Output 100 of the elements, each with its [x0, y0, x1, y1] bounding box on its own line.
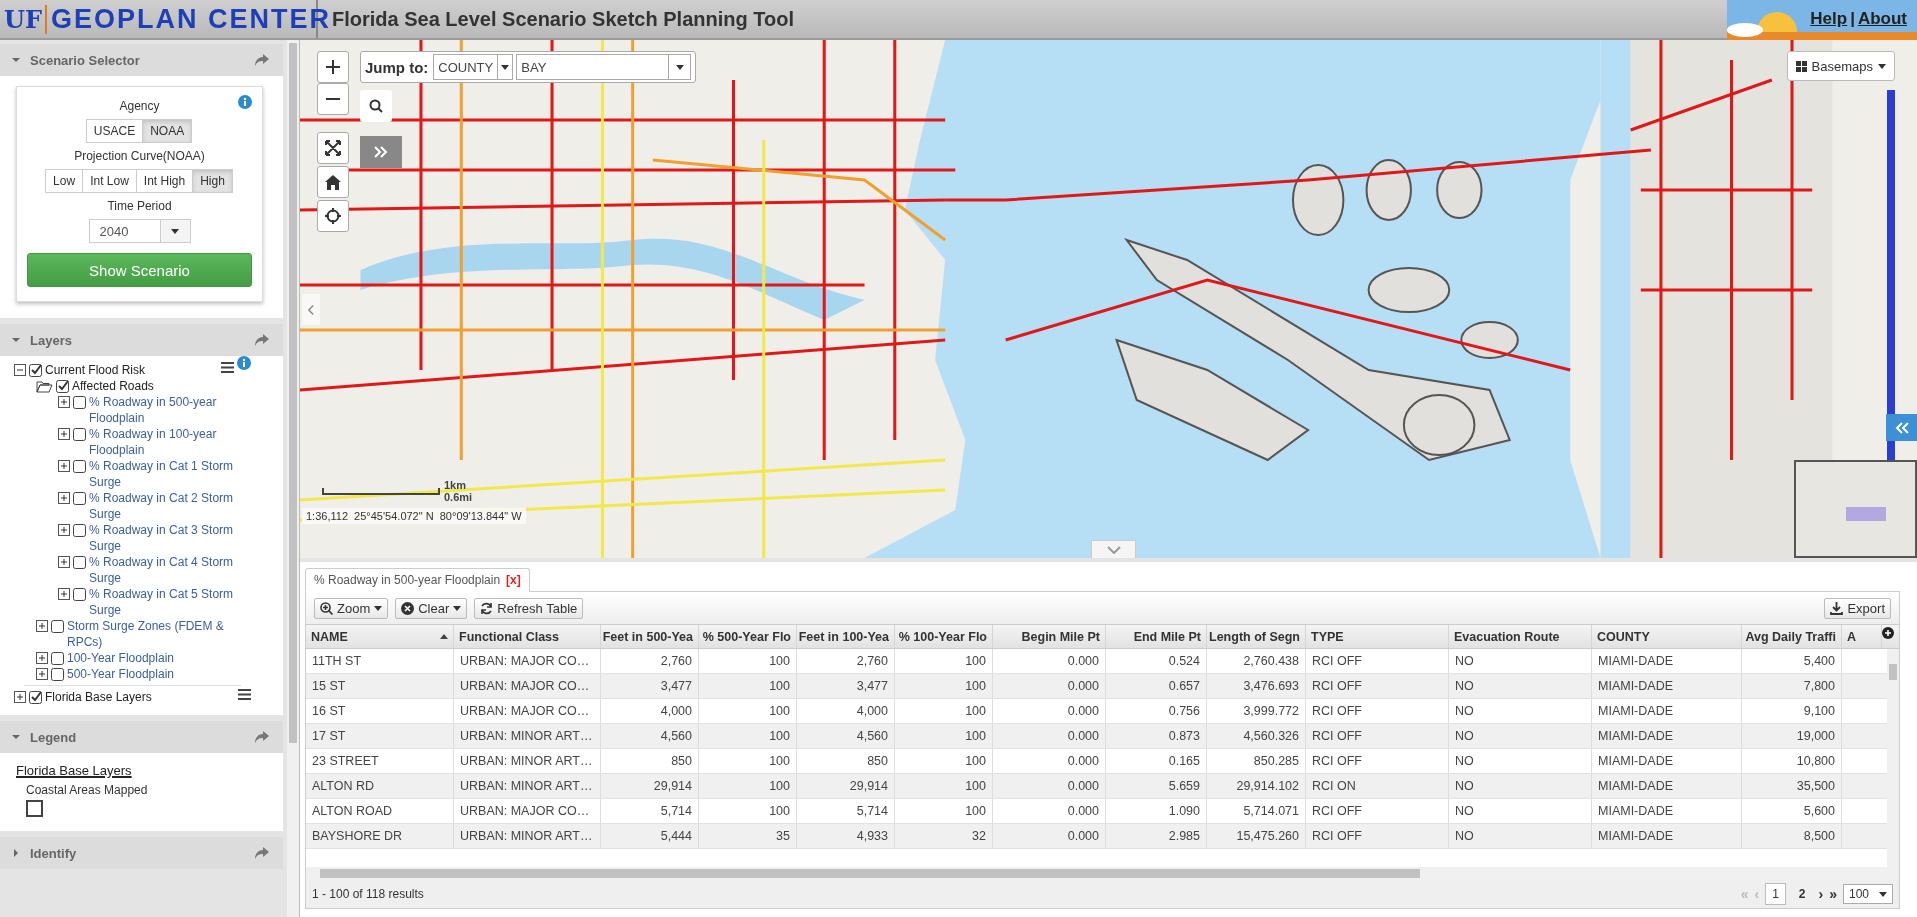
share-arrow-icon[interactable]: [255, 731, 269, 743]
agency-option[interactable]: USACE: [85, 119, 144, 143]
layer-name[interactable]: % Roadway in Cat 3 Storm Surge: [89, 522, 251, 554]
share-arrow-icon[interactable]: [255, 847, 269, 859]
overview-map[interactable]: [1794, 460, 1917, 558]
expand-icon[interactable]: [58, 460, 70, 472]
checkbox[interactable]: [73, 588, 86, 601]
home-button[interactable]: [317, 166, 349, 198]
column-header[interactable]: NAME: [306, 625, 454, 648]
checkbox[interactable]: [51, 620, 64, 633]
zoom-button[interactable]: Zoom: [314, 597, 389, 619]
collapse-icon[interactable]: [14, 364, 26, 376]
column-header[interactable]: Avg Daily Traffi: [1742, 625, 1842, 648]
next-page-link[interactable]: ›: [1818, 886, 1824, 902]
checkbox[interactable]: [73, 524, 86, 537]
checkbox[interactable]: [51, 652, 64, 665]
checkbox[interactable]: [73, 492, 86, 505]
header-link[interactable]: About: [1857, 9, 1907, 29]
refresh-table-button[interactable]: Refresh Table: [474, 597, 584, 619]
layer-name[interactable]: % Roadway in Cat 4 Storm Surge: [89, 554, 251, 586]
clear-button[interactable]: Clear: [395, 597, 468, 619]
panel-header[interactable]: Identify: [0, 837, 283, 869]
checkbox[interactable]: [29, 691, 42, 704]
checkbox[interactable]: [51, 668, 64, 681]
curve-option[interactable]: Int High: [135, 169, 194, 193]
area-type-select[interactable]: COUNTY: [433, 54, 514, 80]
column-header[interactable]: Begin Mile Pt: [993, 625, 1106, 648]
search-button[interactable]: [360, 90, 392, 122]
locate-button[interactable]: [317, 200, 349, 232]
expand-icon[interactable]: [36, 620, 48, 632]
expand-icon[interactable]: [36, 668, 48, 680]
expand-icon[interactable]: [14, 691, 26, 703]
horizontal-scrollbar[interactable]: [306, 867, 1899, 880]
close-tab-link[interactable]: [x]: [506, 573, 521, 587]
curve-option[interactable]: High: [192, 169, 233, 193]
curve-option[interactable]: Int Low: [82, 169, 137, 193]
panel-header[interactable]: Legend: [0, 721, 283, 753]
basemaps-button[interactable]: Basemaps: [1786, 51, 1895, 81]
vertical-scrollbar[interactable]: [1887, 649, 1899, 867]
page-link[interactable]: 1: [1765, 883, 1786, 905]
expand-icon[interactable]: [58, 396, 70, 408]
layer-name[interactable]: % Roadway in Cat 1 Storm Surge: [89, 458, 251, 490]
layer-name[interactable]: % Roadway in Cat 2 Storm Surge: [89, 490, 251, 522]
panel-header[interactable]: Scenario Selector: [0, 44, 283, 76]
time-period-select[interactable]: 2040: [88, 219, 191, 243]
curve-option[interactable]: Low: [45, 169, 84, 193]
column-header[interactable]: End Mile Pt: [1106, 625, 1207, 648]
column-header[interactable]: % 100-Year Flo: [895, 625, 993, 648]
place-select[interactable]: BAY: [516, 54, 692, 80]
checkbox[interactable]: [29, 364, 42, 377]
expand-icon[interactable]: [58, 428, 70, 440]
export-button[interactable]: Export: [1824, 597, 1891, 619]
column-header[interactable]: COUNTY: [1592, 625, 1742, 648]
expand-icon[interactable]: [36, 652, 48, 664]
vertical-scrollbar[interactable]: [287, 40, 299, 917]
zoom-in-button[interactable]: [317, 51, 349, 83]
header-link[interactable]: Help: [1810, 9, 1848, 29]
panel-header[interactable]: Layers: [0, 324, 283, 356]
menu-icon[interactable]: [221, 362, 234, 373]
add-column-icon[interactable]: [1882, 627, 1894, 639]
layer-name[interactable]: Florida Base Layers: [45, 689, 235, 705]
expand-icon[interactable]: [58, 524, 70, 536]
column-header[interactable]: % 500-Year Flo: [699, 625, 797, 648]
layer-name[interactable]: Affected Roads: [72, 378, 251, 394]
column-header[interactable]: Feet in 500-Yea: [601, 625, 699, 648]
layer-name[interactable]: 100-Year Floodplain: [67, 650, 251, 666]
table-tab[interactable]: % Roadway in 500-year Floodplain [x]: [305, 568, 530, 592]
column-header[interactable]: Functional Class: [454, 625, 601, 648]
zoom-out-button[interactable]: [317, 83, 349, 115]
share-arrow-icon[interactable]: [255, 334, 269, 346]
info-icon[interactable]: [238, 95, 252, 109]
layer-name[interactable]: % Roadway in 100-year Floodplain: [89, 426, 251, 458]
toolbar-toggle-button[interactable]: [360, 136, 402, 168]
checkbox[interactable]: [73, 460, 86, 473]
column-header[interactable]: Evacuation Route: [1449, 625, 1592, 648]
layer-name[interactable]: Current Flood Risk: [45, 362, 218, 378]
info-icon[interactable]: [237, 356, 251, 370]
expand-icon[interactable]: [58, 492, 70, 504]
checkbox[interactable]: [73, 396, 86, 409]
layer-name[interactable]: % Roadway in Cat 5 Storm Surge: [89, 586, 251, 618]
expand-icon[interactable]: [58, 588, 70, 600]
share-arrow-icon[interactable]: [255, 54, 269, 66]
page-link[interactable]: 2: [1791, 883, 1813, 905]
page-size-select[interactable]: 100: [1842, 884, 1893, 904]
layer-name[interactable]: Storm Surge Zones (FDEM & RPCs): [67, 618, 251, 650]
open-folder-icon[interactable]: [36, 380, 53, 393]
checkbox[interactable]: [73, 556, 86, 569]
column-header[interactable]: TYPE: [1306, 625, 1449, 648]
column-header[interactable]: Length of Segn: [1207, 625, 1306, 648]
layer-name[interactable]: % Roadway in 500-year Floodplain: [89, 394, 251, 426]
checkbox[interactable]: [73, 428, 86, 441]
agency-option[interactable]: NOAA: [142, 119, 193, 143]
fullscreen-button[interactable]: [317, 132, 349, 164]
column-header[interactable]: Feet in 100-Yea: [797, 625, 895, 648]
last-page-link[interactable]: »: [1829, 886, 1837, 902]
checkbox[interactable]: [56, 380, 69, 393]
collapse-panel-button[interactable]: [1886, 414, 1917, 441]
expand-icon[interactable]: [58, 556, 70, 568]
layer-name[interactable]: 500-Year Floodplain: [67, 666, 251, 682]
menu-icon[interactable]: [238, 689, 251, 700]
